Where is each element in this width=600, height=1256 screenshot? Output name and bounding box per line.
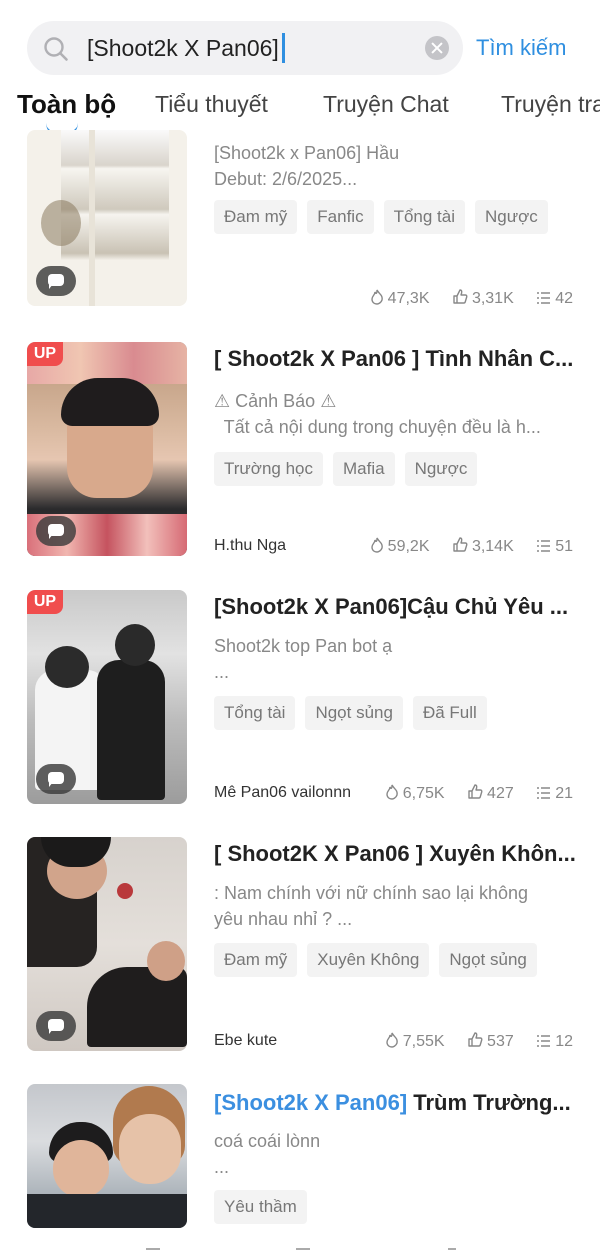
fire-icon (370, 537, 383, 553)
search-input[interactable]: [Shoot2k X Pan06] (87, 21, 285, 75)
chapters-stat: 12 (536, 1033, 573, 1051)
story-title-highlight: [Shoot2k X Pan06] (214, 1090, 408, 1115)
story-tag[interactable]: Ngọt sủng (439, 943, 537, 977)
bottom-nav-icon[interactable] (448, 1248, 456, 1256)
bottom-nav-icon[interactable] (296, 1248, 310, 1256)
story-description: Shoot2k top Pan bot ạ ... (214, 636, 393, 682)
story-card[interactable]: [Shoot2k x Pan06] Hầu Debut: 2/6/2025...… (0, 130, 600, 320)
story-cover[interactable]: UP (27, 590, 187, 804)
clear-icon[interactable] (425, 36, 449, 60)
likes-stat: 3,14K (452, 537, 514, 556)
views-stat: 6,75K (385, 784, 445, 803)
story-tag[interactable]: Đam mỹ (214, 200, 298, 234)
story-description: : Nam chính với nữ chính sao lại không y… (214, 883, 529, 929)
story-cover[interactable] (27, 130, 187, 306)
tag-list: Đam mỹ Xuyên Không Ngọt sủng (214, 943, 576, 977)
thumb-up-icon (453, 537, 468, 552)
story-card[interactable]: UP [ Shoot2k X Pan06 ] Tình Nhân C... ⚠ … (0, 342, 600, 556)
chapters-stat: 42 (536, 290, 573, 308)
story-description: ⚠ Cảnh Báo ⚠ Tất cả nội dung trong chuyệ… (214, 391, 541, 437)
bottom-nav-icon[interactable] (146, 1248, 160, 1256)
chat-story-icon (36, 516, 76, 546)
story-cover[interactable] (27, 1084, 187, 1228)
search-button[interactable]: Tìm kiếm (476, 21, 566, 75)
story-tag[interactable]: Yêu thầm (214, 1190, 307, 1224)
story-tag[interactable]: Tổng tài (214, 696, 296, 730)
tab-more[interactable]: Truyện tra (501, 91, 600, 118)
story-title[interactable]: [ Shoot2K X Pan06 ] Xuyên Khôn... (214, 841, 576, 867)
chapters-stat: 51 (536, 538, 573, 556)
tag-list: Trường học Mafia Ngược (214, 452, 487, 486)
update-badge: UP (27, 342, 63, 366)
story-tag[interactable]: Ngược (404, 452, 478, 486)
story-title[interactable]: [Shoot2k X Pan06]Cậu Chủ Yêu ... (214, 594, 576, 620)
story-tag[interactable]: Mafia (332, 452, 395, 486)
story-title[interactable]: [ Shoot2k X Pan06 ] Tình Nhân C... (214, 346, 576, 372)
story-tag[interactable]: Fanfic (307, 200, 374, 234)
story-stats: 7,55K 537 12 (367, 1032, 573, 1051)
fire-icon (370, 289, 383, 305)
chat-story-icon (36, 1011, 76, 1041)
story-description: coá coái lònn ... (214, 1131, 321, 1177)
views-stat: 7,55K (385, 1032, 445, 1051)
tab-all[interactable]: Toàn bộ (17, 89, 116, 120)
likes-stat: 3,31K (452, 289, 514, 308)
story-title-rest: Trùm Trường... (407, 1090, 571, 1115)
story-tag[interactable]: Tổng tài (383, 200, 466, 234)
fire-icon (386, 1032, 398, 1048)
story-title[interactable]: [Shoot2k X Pan06] Trùm Trường... (214, 1090, 576, 1116)
story-tag[interactable]: Đã Full (412, 696, 487, 730)
list-icon (537, 787, 551, 799)
likes-stat: 427 (467, 784, 514, 803)
chat-story-icon (36, 266, 76, 296)
list-icon (537, 292, 551, 304)
chapters-stat: 21 (536, 785, 573, 803)
fire-icon (386, 784, 398, 800)
search-bar[interactable]: [Shoot2k X Pan06] (27, 21, 463, 75)
story-stats: 59,2K 3,14K 51 (352, 537, 573, 556)
list-icon (537, 1035, 551, 1047)
story-cover[interactable]: UP (27, 342, 187, 556)
views-stat: 59,2K (370, 537, 429, 556)
story-tag[interactable]: Ngọt sủng (305, 696, 403, 730)
story-tag[interactable]: Ngược (475, 200, 548, 234)
tag-list: Tổng tài Ngọt sủng Đã Full (214, 696, 497, 730)
thumb-up-icon (468, 1032, 483, 1047)
category-tabs: Toàn bộ Tiểu thuyết Truyện Chat Truyện t… (0, 85, 600, 135)
views-stat: 47,3K (370, 289, 429, 308)
story-tag[interactable]: Đam mỹ (214, 943, 298, 977)
thumb-up-icon (453, 289, 468, 304)
story-description: [Shoot2k x Pan06] Hầu Debut: 2/6/2025... (214, 143, 400, 189)
story-tag[interactable]: Trường học (214, 452, 323, 486)
update-badge: UP (27, 590, 63, 614)
story-author[interactable]: Mê Pan06 vailonnn (214, 784, 351, 802)
tab-chat-story[interactable]: Truyện Chat (323, 91, 449, 118)
thumb-up-icon (468, 784, 483, 799)
list-icon (537, 540, 551, 552)
tag-list: Đam mỹ Fanfic Tổng tài Ngược (214, 200, 558, 234)
story-card[interactable]: UP [Shoot2k X Pan06]Cậu Chủ Yêu ... Shoo… (0, 590, 600, 804)
story-card[interactable]: [Shoot2k X Pan06] Trùm Trường... coá coá… (0, 1084, 600, 1244)
story-stats: 47,3K 3,31K 42 (352, 289, 573, 308)
chat-story-icon (36, 764, 76, 794)
story-cover[interactable] (27, 837, 187, 1051)
search-icon (44, 37, 68, 61)
story-stats: 6,75K 427 21 (367, 784, 573, 803)
story-card[interactable]: [ Shoot2K X Pan06 ] Xuyên Khôn... : Nam … (0, 837, 600, 1051)
likes-stat: 537 (467, 1032, 514, 1051)
story-author[interactable]: H.thu Nga (214, 537, 286, 555)
story-author[interactable]: Ebe kute (214, 1032, 277, 1050)
tab-novel[interactable]: Tiểu thuyết (155, 91, 268, 118)
tag-list: Yêu thầm (214, 1190, 317, 1224)
text-caret (281, 32, 285, 63)
story-tag[interactable]: Xuyên Không (307, 943, 430, 977)
